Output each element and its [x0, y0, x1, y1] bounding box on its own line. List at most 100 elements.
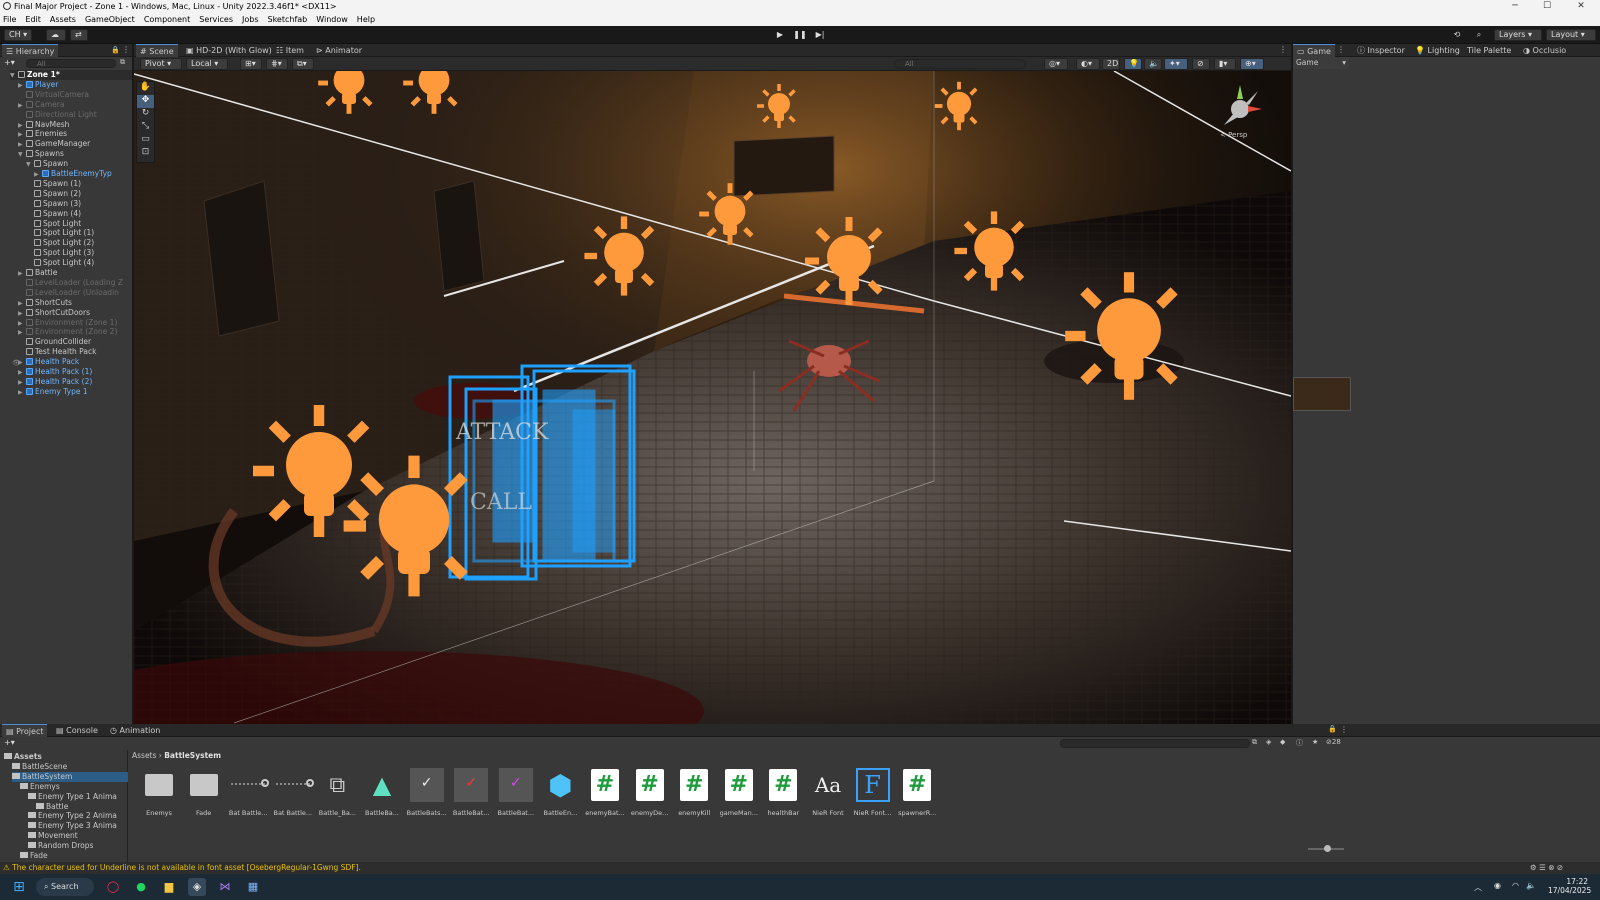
unity-icon[interactable]: ◈	[188, 878, 206, 896]
project-add-icon[interactable]: +▾	[4, 738, 15, 747]
pause-button[interactable]: ❚❚	[791, 29, 809, 41]
draw-mode-icon[interactable]: ◎▾	[1044, 58, 1068, 70]
menu-file[interactable]: File	[3, 15, 16, 24]
project-folder-item[interactable]: Enemys	[20, 782, 128, 792]
wifi-icon[interactable]: ◠	[1512, 881, 1519, 890]
hierarchy-item[interactable]: ▶ Health Pack (1)	[18, 367, 132, 377]
asset-item[interactable]: ✓ BattleBats...	[405, 768, 449, 817]
camera-settings-icon[interactable]: ▮▾	[1214, 58, 1236, 70]
expand-arrow-icon[interactable]: ▶	[18, 328, 26, 337]
gizmos-toggle-icon[interactable]: ⊕▾	[1240, 58, 1264, 70]
expand-arrow-icon[interactable]: ▶	[18, 378, 26, 387]
orientation-gizmo[interactable]: < Persp	[1212, 81, 1272, 141]
expand-arrow-icon[interactable]: ▶	[18, 269, 26, 278]
project-folder-item[interactable]: Assets	[4, 752, 128, 762]
hierarchy-item[interactable]: ▶ ShortCutDoors	[18, 308, 132, 318]
expand-arrow-icon[interactable]: ▶	[34, 170, 42, 179]
info-icon[interactable]: ⓘ	[1296, 738, 1303, 748]
hierarchy-item[interactable]: ▶ ShortCuts	[18, 298, 132, 308]
asset-item[interactable]: F NieR Font...	[851, 768, 895, 817]
tab-inspector[interactable]: ⓘ Inspector	[1353, 44, 1409, 57]
local-dropdown[interactable]: Local ▾	[186, 58, 228, 70]
effects-toggle-icon[interactable]: ✦▾	[1164, 58, 1188, 70]
expand-arrow-icon[interactable]: ▶	[18, 130, 26, 139]
asset-item[interactable]: ✓ BattleBat...	[449, 768, 493, 817]
expand-arrow-icon[interactable]: ▶	[18, 121, 26, 130]
layout-dropdown[interactable]: Layout ▾	[1546, 29, 1596, 41]
expand-arrow-icon[interactable]: ▶	[18, 368, 26, 377]
hierarchy-item[interactable]: ▼ Spawn	[26, 159, 132, 169]
expand-arrow-icon[interactable]: ▶	[18, 101, 26, 110]
expand-arrow-icon[interactable]: ▶	[18, 388, 26, 397]
asset-item[interactable]: ⧉ Battle_Ba...	[315, 768, 359, 818]
menu-edit[interactable]: Edit	[25, 15, 41, 24]
taskbar-search[interactable]: ⌕ Search	[36, 878, 94, 896]
project-more-icon[interactable]: ⋮	[1340, 725, 1348, 734]
minimize-button[interactable]: ─	[1500, 0, 1530, 13]
scene-root[interactable]: ▼ Zone 1*	[10, 70, 132, 80]
project-folder-item[interactable]: Random Drops	[28, 841, 128, 851]
tab-hd2d[interactable]: ▣ HD-2D (With Glow)	[182, 44, 276, 57]
hierarchy-item[interactable]: Spot Light	[26, 219, 132, 229]
lighting-toggle-icon[interactable]: 💡	[1124, 58, 1142, 70]
toggle-2d-button[interactable]: 2D	[1102, 58, 1120, 70]
opera-icon[interactable]: ◯	[104, 878, 122, 896]
breadcrumb-battlesystem[interactable]: BattleSystem	[164, 751, 221, 760]
tab-game[interactable]: ▭ Game	[1293, 44, 1335, 57]
pivot-dropdown[interactable]: Pivot ▾	[140, 58, 182, 70]
expand-arrow-icon[interactable]: ▶	[18, 299, 26, 308]
search-by-label-icon[interactable]: ◈	[1266, 738, 1271, 746]
hierarchy-item[interactable]: Spot Light (2)	[26, 238, 132, 248]
menu-sketchfab[interactable]: Sketchfab	[268, 15, 308, 24]
expand-arrow-icon[interactable]: ▶	[18, 319, 26, 328]
hierarchy-item[interactable]: ▶ Battle	[18, 268, 132, 278]
hierarchy-item[interactable]: Spawn (4)	[26, 209, 132, 219]
tab-hierarchy[interactable]: ☰ Hierarchy	[2, 44, 59, 57]
close-button[interactable]: ✕	[1566, 0, 1596, 13]
projection-label[interactable]: < Persp	[1220, 131, 1247, 139]
hierarchy-item[interactable]: GroundCollider	[18, 337, 132, 347]
expand-arrow-icon[interactable]: ▶	[18, 309, 26, 318]
hierarchy-item[interactable]: LevelLoader (Loading Z	[18, 278, 132, 288]
hierarchy-item[interactable]: ▶ Enemy Type 1	[18, 387, 132, 397]
step-button[interactable]: ▶|	[811, 29, 829, 41]
lock-icon[interactable]: 🔒	[111, 46, 120, 54]
asset-item[interactable]: # enemyBat...	[583, 768, 627, 817]
favorite-icon[interactable]: ★	[1312, 738, 1318, 746]
saved-search-icon[interactable]: ◆	[1280, 738, 1285, 746]
project-folder-item[interactable]: Battle	[36, 802, 128, 812]
asset-item[interactable]: # enemyKill	[672, 768, 716, 817]
tray-app-icon[interactable]: ◉	[1494, 881, 1501, 890]
tab-tile-palette[interactable]: Tile Palette	[1463, 44, 1515, 57]
expand-arrow-icon[interactable]: ▶	[18, 140, 26, 149]
calculator-icon[interactable]: ▦	[244, 878, 262, 896]
audio-toggle-icon[interactable]: 🔈	[1144, 58, 1162, 70]
project-folder-item[interactable]: Movement	[28, 831, 128, 841]
tab-project[interactable]: ▤ Project	[2, 724, 48, 737]
hierarchy-search-input[interactable]	[26, 59, 116, 68]
hidden-objects-icon[interactable]: ⊘	[1192, 58, 1210, 70]
hierarchy-item[interactable]: Spot Light (4)	[26, 258, 132, 268]
volume-icon[interactable]: 🔈	[1526, 881, 1536, 890]
status-bar[interactable]: ⚠ The character used for Underline is no…	[0, 862, 1600, 874]
snap-increment-icon[interactable]: ⋕▾	[266, 58, 288, 70]
hierarchy-item[interactable]: Spot Light (1)	[26, 228, 132, 238]
add-icon[interactable]: +▾	[4, 58, 15, 67]
hierarchy-item[interactable]: Spawn (3)	[26, 199, 132, 209]
file-explorer-icon[interactable]: ▆	[160, 878, 178, 896]
spotify-icon[interactable]: ●	[132, 878, 150, 896]
expand-arrow-icon[interactable]: ▼	[18, 150, 26, 159]
tab-occlusion[interactable]: ◑ Occlusio	[1519, 44, 1570, 57]
transform-tool-icon[interactable]: ⊡	[137, 147, 154, 160]
game-more-icon[interactable]: ⋮	[1337, 45, 1345, 54]
asset-item[interactable]: # spawnerR...	[895, 768, 939, 817]
maximize-button[interactable]: ☐	[1532, 0, 1562, 13]
menu-services[interactable]: Services	[199, 15, 233, 24]
menu-help[interactable]: Help	[357, 15, 375, 24]
clock[interactable]: 17:22 17/04/2025	[1548, 877, 1591, 895]
tab-item[interactable]: ☷ Item	[272, 44, 308, 57]
expand-arrow-icon[interactable]: ▶	[18, 81, 26, 90]
project-folder-item[interactable]: Fade	[20, 851, 128, 861]
hierarchy-item[interactable]: ▶ Health Pack	[18, 357, 132, 367]
thumbnail-size-slider[interactable]	[1308, 845, 1344, 852]
